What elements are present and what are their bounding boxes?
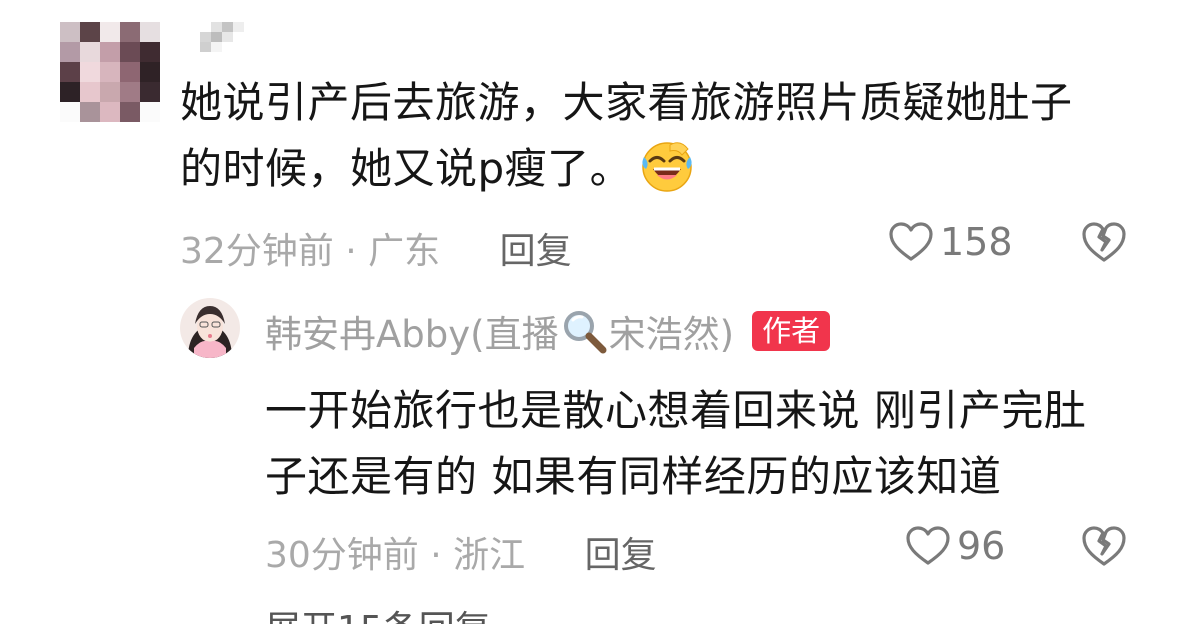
like-count: 96 bbox=[957, 524, 1006, 568]
author-name-line[interactable]: 韩安冉Abby(直播 宋浩然) 作者 bbox=[265, 304, 831, 358]
comment-time: 32分钟前 bbox=[180, 231, 334, 272]
comment-thread: 她说引产后去旅游，大家看旅游照片质疑她肚子 的时候，她又说p瘦了。 32分钟前 … bbox=[0, 0, 1179, 624]
comment-meta: 32分钟前 · 广东 回复 bbox=[180, 222, 572, 274]
reply-location: 浙江 bbox=[453, 535, 526, 576]
magnifier-icon bbox=[563, 311, 607, 354]
author-badge: 作者 bbox=[752, 311, 831, 351]
reply-text-line: 子还是有的 如果有同样经历的应该知道 bbox=[265, 452, 1002, 501]
reply-text-line: 一开始旅行也是散心想着回来说 刚引产完肚 bbox=[265, 386, 1087, 435]
commenter-name-pixelated[interactable] bbox=[200, 22, 244, 52]
heart-icon bbox=[906, 526, 950, 565]
laughing-crying-emoji-icon bbox=[642, 142, 692, 192]
author-name[interactable]: 韩安冉Abby(直播 bbox=[265, 304, 559, 358]
like-button[interactable]: 158 bbox=[888, 220, 1013, 264]
comment-text: 她说引产后去旅游，大家看旅游照片质疑她肚子 的时候，她又说p瘦了。 bbox=[180, 70, 1140, 202]
reply-time: 30分钟前 bbox=[265, 535, 419, 576]
commenter-avatar-pixelated[interactable] bbox=[60, 22, 160, 122]
reply-button[interactable]: 回复 bbox=[500, 231, 572, 272]
like-button[interactable]: 96 bbox=[905, 524, 1005, 568]
reply-meta: 30分钟前 · 浙江 回复 bbox=[265, 526, 657, 578]
author-name-suffix[interactable]: 宋浩然) bbox=[609, 304, 734, 358]
comment-text-line: 她说引产后去旅游，大家看旅游照片质疑她肚子 bbox=[180, 78, 1073, 127]
like-count: 158 bbox=[940, 220, 1013, 264]
broken-heart-icon[interactable] bbox=[1080, 220, 1128, 264]
comment-location: 广东 bbox=[368, 231, 441, 272]
comment-text-line: 的时候，她又说p瘦了。 bbox=[180, 144, 633, 193]
broken-heart-icon[interactable] bbox=[1080, 524, 1128, 568]
heart-icon bbox=[889, 222, 933, 261]
meta-separator: · bbox=[345, 231, 357, 272]
reply-button[interactable]: 回复 bbox=[585, 535, 657, 576]
meta-separator: · bbox=[430, 535, 442, 576]
expand-replies-button[interactable]: 展开15条回复 bbox=[265, 600, 491, 624]
reply-text: 一开始旅行也是散心想着回来说 刚引产完肚 子还是有的 如果有同样经历的应该知道 bbox=[265, 378, 1145, 510]
author-avatar[interactable] bbox=[180, 298, 240, 358]
